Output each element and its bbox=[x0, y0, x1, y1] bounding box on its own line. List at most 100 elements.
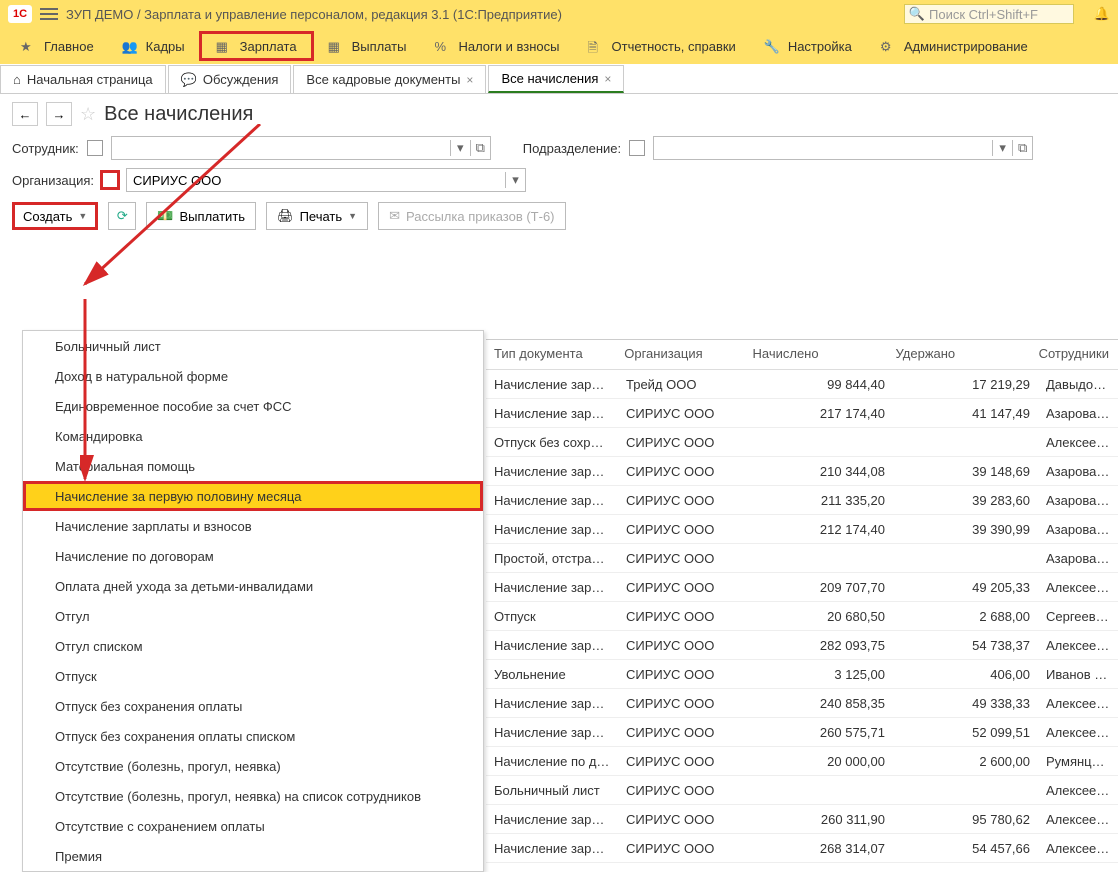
cell: Начисление зарп… bbox=[486, 638, 618, 653]
cell: 95 780,62 bbox=[893, 812, 1038, 827]
dd-item[interactable]: Оплата дней ухода за детьми-инвалидами bbox=[23, 571, 483, 601]
cell: Больничный лист bbox=[486, 783, 618, 798]
menu-Администрирование[interactable]: ⚙Администрирование bbox=[866, 31, 1042, 61]
table-row[interactable]: Начисление зарп…СИРИУС ООО210 344,0839 1… bbox=[486, 457, 1118, 486]
table-row[interactable]: УвольнениеСИРИУС ООО3 125,00406,00Иванов… bbox=[486, 660, 1118, 689]
mail-icon: ✉ bbox=[389, 208, 400, 224]
refresh-button[interactable]: ⟳ bbox=[108, 202, 136, 230]
global-search[interactable]: 🔍 Поиск Ctrl+Shift+F bbox=[904, 4, 1074, 24]
table-row[interactable]: Начисление зарп…СИРИУС ООО260 575,7152 0… bbox=[486, 718, 1118, 747]
employee-checkbox[interactable] bbox=[87, 140, 103, 156]
dd-item[interactable]: Начисление зарплаты и взносов bbox=[23, 511, 483, 541]
table-row[interactable]: Начисление по д…СИРИУС ООО20 000,002 600… bbox=[486, 747, 1118, 776]
dd-item[interactable]: Премия bbox=[23, 841, 483, 871]
table-row[interactable]: Начисление зарп…СИРИУС ООО217 174,4041 1… bbox=[486, 399, 1118, 428]
tab-Начальная страница[interactable]: ⌂Начальная страница bbox=[0, 65, 166, 93]
nav-back[interactable]: ← bbox=[12, 102, 38, 126]
menu-Кадры[interactable]: 👥Кадры bbox=[108, 31, 199, 61]
org-select[interactable]: СИРИУС ООО ▾ bbox=[126, 168, 526, 192]
cell: СИРИУС ООО bbox=[618, 464, 748, 479]
employee-select[interactable]: ▾⧉ bbox=[111, 136, 491, 160]
menu-Выплаты[interactable]: ▦Выплаты bbox=[314, 31, 421, 61]
tab-Все кадровые документы[interactable]: Все кадровые документы× bbox=[293, 65, 486, 93]
table-row[interactable]: Начисление зарп…Трейд ООО99 844,4017 219… bbox=[486, 370, 1118, 399]
cell: 39 148,69 bbox=[893, 464, 1038, 479]
cell: Начисление зарп… bbox=[486, 522, 618, 537]
table-row[interactable]: ОтпускСИРИУС ООО20 680,502 688,00Сергеев… bbox=[486, 602, 1118, 631]
print-button[interactable]: 🖨 Печать ▼ bbox=[266, 202, 368, 230]
create-button[interactable]: Создать ▼ bbox=[12, 202, 98, 230]
column-header[interactable]: Начислено bbox=[745, 340, 888, 369]
dd-item[interactable]: Больничный лист bbox=[23, 331, 483, 361]
menu-Зарплата[interactable]: ▦Зарплата bbox=[199, 31, 314, 61]
cell: Начисление зарп… bbox=[486, 580, 618, 595]
cell: Алексеева bbox=[1038, 812, 1118, 827]
nav-forward[interactable]: → bbox=[46, 102, 72, 126]
chat-icon: 💬 bbox=[181, 72, 197, 88]
dd-item[interactable]: Доход в натуральной форме bbox=[23, 361, 483, 391]
table-row[interactable]: Начисление зарп…СИРИУС ООО260 311,9095 7… bbox=[486, 805, 1118, 834]
table-row[interactable]: Начисление зарп…СИРИУС ООО240 858,3549 3… bbox=[486, 689, 1118, 718]
dd-item[interactable]: Отпуск bbox=[23, 661, 483, 691]
menu-Налоги и взносы[interactable]: %Налоги и взносы bbox=[420, 31, 573, 61]
column-header[interactable]: Удержано bbox=[888, 340, 1031, 369]
tab-Все начисления[interactable]: Все начисления× bbox=[488, 65, 624, 93]
dropdown-icon[interactable]: ▾ bbox=[992, 140, 1012, 156]
department-checkbox[interactable] bbox=[629, 140, 645, 156]
cell: СИРИУС ООО bbox=[618, 609, 748, 624]
wrench-icon: 🔧 bbox=[764, 39, 780, 53]
department-select[interactable]: ▾⧉ bbox=[653, 136, 1033, 160]
close-icon[interactable]: × bbox=[466, 73, 473, 87]
dd-item[interactable]: Начисление за первую половину месяца bbox=[23, 481, 483, 511]
table-row[interactable]: Отпуск без сохр…СИРИУС ОООАлексеева bbox=[486, 428, 1118, 457]
cell: 39 283,60 bbox=[893, 493, 1038, 508]
table-row[interactable]: Начисление зарп…СИРИУС ООО212 174,4039 3… bbox=[486, 515, 1118, 544]
mail-button[interactable]: ✉ Рассылка приказов (Т-6) bbox=[378, 202, 565, 230]
dropdown-icon[interactable]: ▾ bbox=[505, 172, 525, 188]
table-row[interactable]: Начисление зарп…СИРИУС ООО268 314,0754 4… bbox=[486, 834, 1118, 863]
menu-Главное[interactable]: ★Главное bbox=[6, 31, 108, 61]
dd-item[interactable]: Отпуск без сохранения оплаты bbox=[23, 691, 483, 721]
dd-item[interactable]: Отпуск без сохранения оплаты списком bbox=[23, 721, 483, 751]
dd-item[interactable]: Отгул списком bbox=[23, 631, 483, 661]
dd-item[interactable]: Отсутствие с сохранением оплаты bbox=[23, 811, 483, 841]
table-row[interactable]: Простой, отстран…СИРИУС ОООАзарова А. bbox=[486, 544, 1118, 573]
percent-icon: % bbox=[434, 39, 450, 53]
cell: Азарова А. bbox=[1038, 493, 1118, 508]
pay-button[interactable]: 💵 Выплатить bbox=[146, 202, 256, 230]
menu-label: Отчетность, справки bbox=[612, 39, 736, 54]
favorite-star-icon[interactable]: ☆ bbox=[80, 104, 96, 125]
table-row[interactable]: Больничный листСИРИУС ОООАлексеева bbox=[486, 776, 1118, 805]
cell: 54 457,66 bbox=[893, 841, 1038, 856]
org-checkbox highlighted[interactable] bbox=[102, 172, 118, 188]
dd-item[interactable]: Командировка bbox=[23, 421, 483, 451]
menu-Настройка[interactable]: 🔧Настройка bbox=[750, 31, 866, 61]
table-row[interactable]: Начисление зарп…СИРИУС ООО282 093,7554 7… bbox=[486, 631, 1118, 660]
open-icon[interactable]: ⧉ bbox=[470, 140, 490, 156]
tab-Обсуждения[interactable]: 💬Обсуждения bbox=[168, 65, 292, 93]
dd-item[interactable]: Отсутствие (болезнь, прогул, неявка) на … bbox=[23, 781, 483, 811]
cell: 99 844,40 bbox=[748, 377, 893, 392]
dd-item[interactable]: Единовременное пособие за счет ФСС bbox=[23, 391, 483, 421]
dd-item[interactable]: Материальная помощь bbox=[23, 451, 483, 481]
cell: Начисление зарп… bbox=[486, 377, 618, 392]
cell: 20 000,00 bbox=[748, 754, 893, 769]
cell: 17 219,29 bbox=[893, 377, 1038, 392]
table-row[interactable]: Начисление зарп…СИРИУС ООО209 707,7049 2… bbox=[486, 573, 1118, 602]
close-icon[interactable]: × bbox=[604, 72, 611, 86]
table-row[interactable]: Начисление зарп…СИРИУС ООО211 335,2039 2… bbox=[486, 486, 1118, 515]
column-header[interactable]: Сотрудники bbox=[1031, 340, 1118, 369]
dd-item[interactable]: Отсутствие (болезнь, прогул, неявка) bbox=[23, 751, 483, 781]
cell: Азарова А. bbox=[1038, 551, 1118, 566]
dd-item[interactable]: Начисление по договорам bbox=[23, 541, 483, 571]
column-header[interactable]: Тип документа bbox=[486, 340, 616, 369]
open-icon[interactable]: ⧉ bbox=[1012, 140, 1032, 156]
dropdown-icon[interactable]: ▾ bbox=[450, 140, 470, 156]
chevron-down-icon: ▼ bbox=[78, 211, 87, 221]
hamburger-icon[interactable] bbox=[40, 8, 58, 20]
bell-icon[interactable]: 🔔 bbox=[1094, 6, 1110, 22]
column-header[interactable]: Организация bbox=[616, 340, 744, 369]
cell: СИРИУС ООО bbox=[618, 493, 748, 508]
dd-item[interactable]: Отгул bbox=[23, 601, 483, 631]
menu-Отчетность, справки[interactable]: 🗎Отчетность, справки bbox=[574, 31, 750, 61]
